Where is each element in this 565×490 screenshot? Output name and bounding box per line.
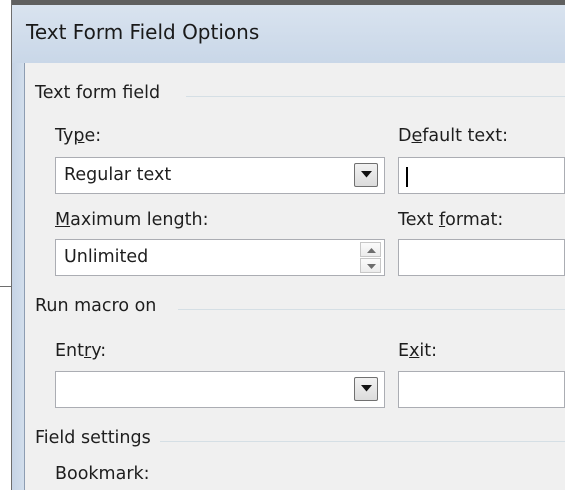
bookmark-label: Bookmark: xyxy=(55,464,150,484)
text-caret xyxy=(406,167,408,187)
default-text-input[interactable] xyxy=(398,157,565,194)
window-frame-side xyxy=(12,63,24,490)
maximum-length-value: Unlimited xyxy=(64,247,149,267)
type-dropdown-value: Regular text xyxy=(64,165,172,185)
maximum-length-stepper[interactable]: Unlimited xyxy=(55,239,385,276)
group-text-form-field: Text form field xyxy=(35,83,161,103)
spin-up-icon xyxy=(367,248,376,253)
default-text-label: Default text: xyxy=(398,126,508,146)
text-format-label: Text format: xyxy=(398,210,504,230)
type-dropdown-button[interactable] xyxy=(354,163,378,187)
group-separator xyxy=(160,441,565,442)
dialog-titlebar[interactable]: Text Form Field Options xyxy=(12,5,565,63)
window-border-tick xyxy=(0,286,12,287)
exit-label: Exit: xyxy=(398,341,438,361)
spin-down-icon xyxy=(367,264,376,269)
entry-label: Entry: xyxy=(55,341,107,361)
spin-down-button[interactable] xyxy=(360,258,381,273)
group-separator xyxy=(178,309,565,310)
group-field-settings: Field settings xyxy=(35,428,151,448)
chevron-down-icon xyxy=(361,171,372,178)
entry-macro-dropdown[interactable] xyxy=(55,371,385,408)
entry-dropdown-button[interactable] xyxy=(354,377,378,401)
maximum-length-spinner[interactable] xyxy=(360,242,381,273)
type-dropdown[interactable]: Regular text xyxy=(55,157,385,194)
group-run-macro-on: Run macro on xyxy=(35,296,157,316)
dialog-title: Text Form Field Options xyxy=(26,20,260,44)
text-format-dropdown[interactable] xyxy=(398,239,565,276)
exit-macro-dropdown[interactable] xyxy=(398,371,565,408)
group-separator xyxy=(186,96,565,97)
type-label: Type: xyxy=(55,126,102,146)
maximum-length-label: Maximum length: xyxy=(55,210,209,230)
spin-up-button[interactable] xyxy=(360,242,381,257)
chevron-down-icon xyxy=(361,385,372,392)
